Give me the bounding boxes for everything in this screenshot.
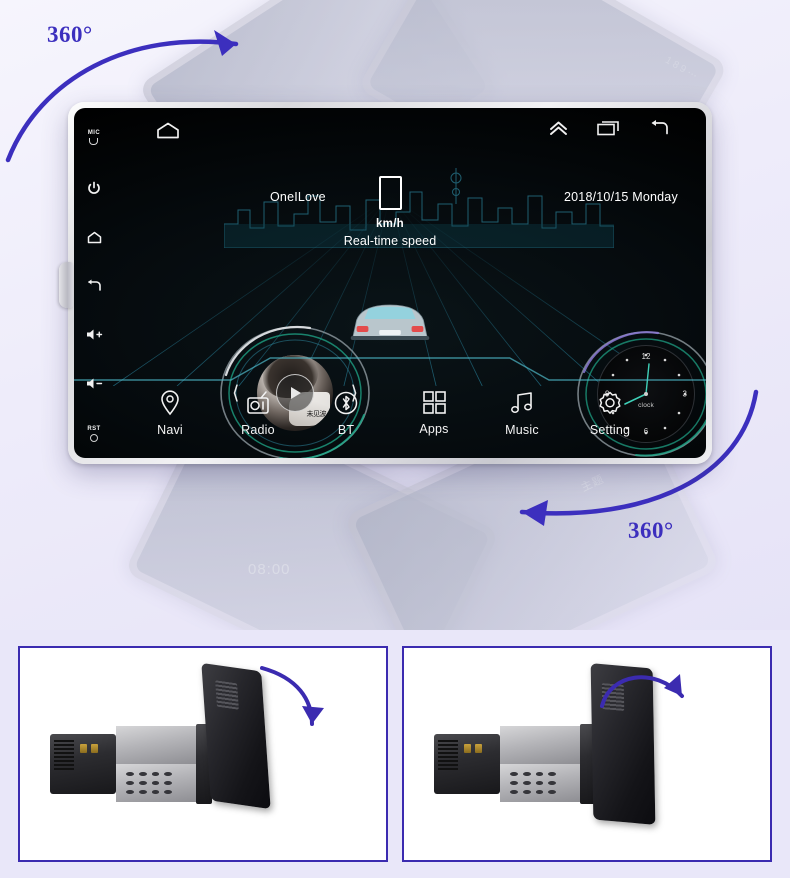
dock-item-music[interactable]: Music [478,390,566,437]
rotation-label-top: 360° [47,22,93,47]
dock-item-setting[interactable]: Setting [566,390,654,437]
head-unit-side-photo-left [20,648,386,860]
speed-value-box [378,176,402,210]
grid-apps-icon [422,391,446,414]
volume-up-icon [86,329,102,340]
recent-apps-icon [597,121,619,136]
hero-rotation-scene: ⏻ 1 8 9 ⋯ 08:00 主题 360° 360° [0,0,790,630]
dock-label-radio: Radio [241,423,275,437]
mic-key-label: MIC [87,130,101,136]
speed-caption-label: Real-time speed [343,234,437,248]
head-unit-screen: MIC RST OneILove 2018/10/15 Monday km/h … [74,108,706,458]
rotation-label-bottom: 360° [628,518,674,543]
bluetooth-icon [334,391,358,415]
ghost-clock-text: 08:00 [247,561,291,579]
realtime-speed-widget: km/h Real-time speed [74,176,706,248]
microphone-icon [89,138,99,145]
home-key[interactable] [87,231,102,244]
dock-label-apps: Apps [419,422,449,436]
tilt-down-arrow-icon [260,666,324,726]
ghost-app-label: 主题 [579,473,607,495]
mic-key[interactable]: MIC [88,130,100,145]
dock-label-music: Music [505,423,539,437]
head-unit-side-photo-right [404,648,770,860]
bottom-dock: Navi Radio BT Apps Music Setting [74,380,706,458]
radio-icon [247,391,269,414]
head-unit-device: MIC RST OneILove 2018/10/15 Monday km/h … [59,102,712,464]
tilt-down-arrow-icon [600,674,684,708]
dock-item-bt[interactable]: BT [302,390,390,437]
back-button[interactable] [648,120,670,141]
music-note-icon [511,392,532,414]
dock-item-apps[interactable]: Apps [390,390,478,436]
volume-up-key[interactable] [86,328,103,341]
tilt-photo-right [402,646,772,862]
product-photo-panels [0,630,790,878]
ghost-side-column: 1 8 9 ⋯ [663,54,699,82]
expand-up-button[interactable] [549,120,568,141]
home-nav-button[interactable] [156,122,180,144]
tilt-photo-left [18,646,388,862]
recent-apps-button[interactable] [597,120,619,141]
location-pin-icon [161,390,179,416]
dock-label-navi: Navi [157,423,183,437]
gear-icon [599,391,621,414]
speed-unit-label: km/h [375,218,405,230]
home-icon [87,231,101,243]
dock-label-setting: Setting [589,423,631,437]
power-icon [88,181,100,194]
home-outline-icon [157,122,179,139]
double-chevron-up-icon [550,121,567,135]
back-key[interactable] [86,279,102,292]
dock-label-bt: BT [337,423,355,437]
back-arrow-icon [88,279,101,292]
dock-item-navi[interactable]: Navi [126,390,214,437]
rotary-knob[interactable] [59,262,73,308]
dock-item-radio[interactable]: Radio [214,390,302,437]
back-arrow-icon [651,120,668,135]
status-bar [74,108,706,150]
power-key[interactable] [87,181,101,195]
